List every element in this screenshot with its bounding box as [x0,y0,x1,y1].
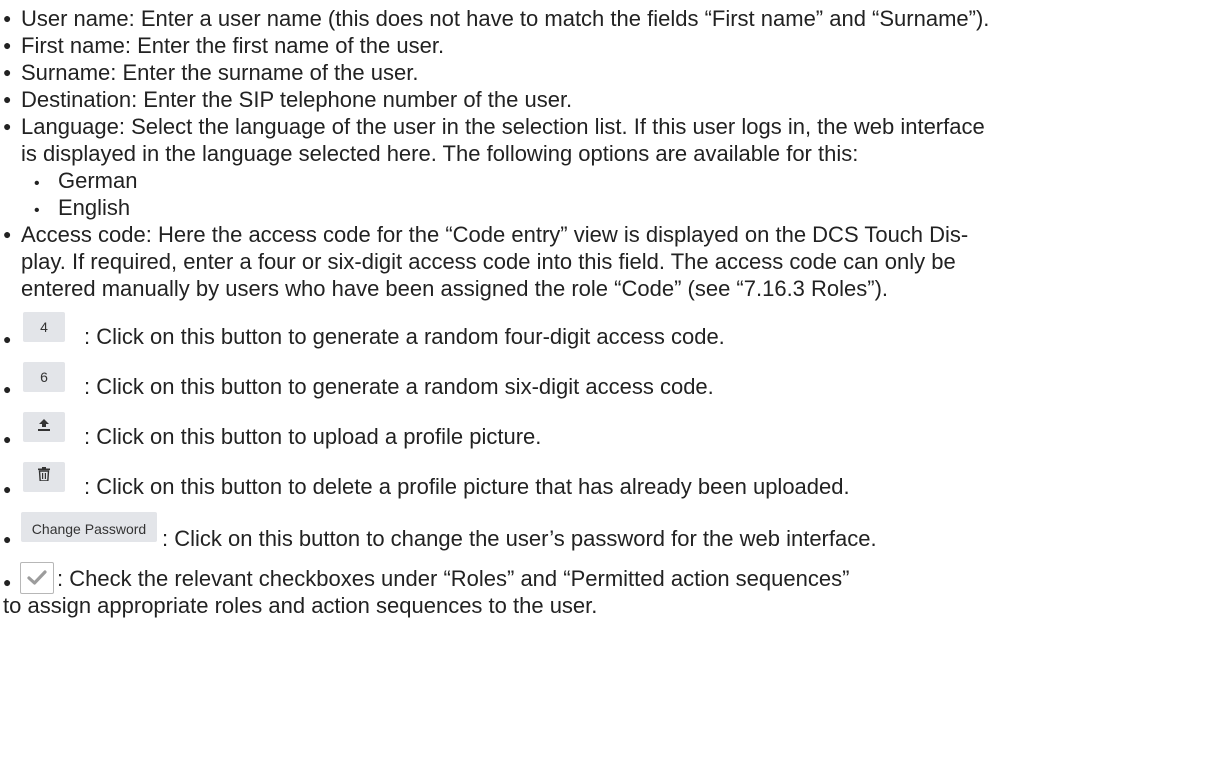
bullet: ● [3,64,12,80]
six-digit-code-button[interactable]: 6 [23,362,65,392]
button-label: 4 [40,319,48,335]
bullet: ● [3,226,12,242]
list-item-text: to assign appropriate roles and action s… [3,593,598,618]
list-item-text: Language: Select the language of the use… [21,114,985,139]
list-item-text: play. If required, enter a four or six-d… [21,249,956,274]
bullet: ● [3,381,12,397]
checkmark-icon [27,570,47,585]
button-description: : Click on this button to delete a profi… [84,474,850,499]
document-page: ● User name: Enter a user name (this doe… [0,0,1220,771]
language-option-label: English [58,195,131,220]
button-description: : Click on this button to upload a profi… [84,424,542,449]
trash-icon [38,467,50,481]
upload-picture-button[interactable] [23,412,65,442]
language-option-english: • English [34,194,130,224]
button-description: : Click on this button to change the use… [162,526,877,551]
list-item-text: User name: Enter a user name (this does … [21,6,990,31]
sub-bullet: • [34,202,40,219]
bullet: ● [3,481,12,497]
delete-picture-button[interactable] [23,462,65,492]
bullet: ● [3,91,12,107]
bullet: ● [3,331,12,347]
list-item-text: First name: Enter the first name of the … [21,33,445,58]
bullet: ● [3,431,12,447]
four-digit-code-button[interactable]: 4 [23,312,65,342]
change-password-button[interactable]: Change Password [21,512,157,542]
list-item-text: Destination: Enter the SIP telephone num… [21,87,573,112]
sub-bullet: • [34,175,40,192]
upload-icon [38,419,50,431]
language-option-german: • German [34,167,137,197]
button-label: Change Password [31,521,147,537]
bullet: ● [3,118,12,134]
list-item-text: Surname: Enter the surname of the user. [21,60,419,85]
button-description: : Click on this button to generate a ran… [84,374,714,399]
list-item-text: Access code: Here the access code for th… [21,222,969,247]
list-item-text: entered manually by users who have been … [21,276,889,301]
language-option-label: German [58,168,138,193]
checkbox-description: : Check the relevant checkboxes under “R… [57,566,850,591]
button-label: 6 [40,369,48,385]
bullet: ● [3,10,12,26]
bullet: ● [3,531,12,547]
list-item-text: is displayed in the language selected he… [21,141,859,166]
button-description: : Click on this button to generate a ran… [84,324,725,349]
bullet: ● [3,37,12,53]
checkbox-sample[interactable] [20,562,54,594]
